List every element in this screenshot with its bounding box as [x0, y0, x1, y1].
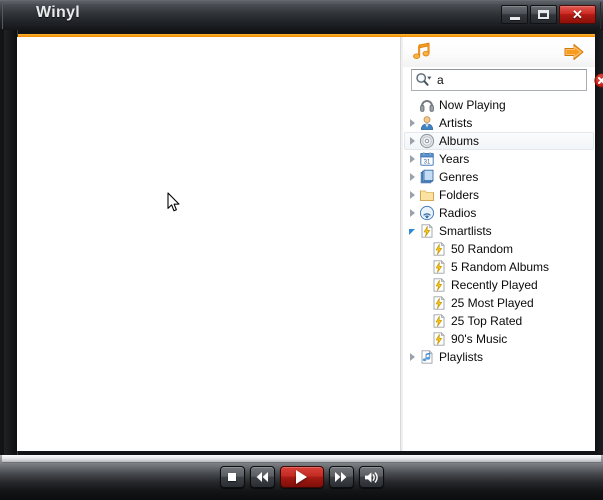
expand-triangle-icon[interactable] — [405, 186, 419, 204]
content-surface: Now Playing Artists — [17, 37, 603, 451]
artist-icon — [419, 115, 435, 131]
tree-item-label: 90's Music — [451, 332, 508, 346]
collapse-triangle-icon[interactable] — [405, 222, 419, 240]
arrow-right-icon[interactable] — [563, 41, 585, 63]
expand-triangle-icon[interactable] — [405, 204, 419, 222]
minimize-button[interactable] — [501, 5, 528, 24]
music-note-icon[interactable] — [411, 41, 433, 63]
tree-item-label: 5 Random Albums — [451, 260, 550, 274]
library-panel: Now Playing Artists — [403, 37, 603, 451]
tree-item-label: 50 Random — [451, 242, 514, 256]
tree-item-now-playing[interactable]: Now Playing — [404, 96, 594, 114]
smartlist-icon — [431, 313, 447, 329]
tree-item-label: Now Playing — [439, 98, 506, 112]
tree-item-label: Years — [439, 152, 470, 166]
library-tree: Now Playing Artists Albums 31 Years Genr… — [403, 96, 595, 366]
volume-button[interactable] — [358, 466, 384, 488]
expand-triangle-icon[interactable] — [405, 168, 419, 186]
minimize-icon — [509, 16, 520, 20]
tree-item-recently-played[interactable]: Recently Played — [404, 276, 594, 294]
tree-item-radios[interactable]: Radios — [404, 204, 594, 222]
tree-item-label: 25 Most Played — [451, 296, 534, 310]
search-magnifier-icon[interactable] — [415, 72, 433, 88]
smartlist-icon — [431, 259, 447, 275]
tree-item-label: Artists — [439, 116, 473, 130]
app-title: Winyl — [36, 4, 81, 21]
tree-item-albums[interactable]: Albums — [404, 132, 594, 150]
smartlist-icon — [431, 241, 447, 257]
album-cd-icon — [419, 133, 435, 149]
transport-controls — [0, 466, 603, 488]
smartlist-icon — [431, 331, 447, 347]
svg-text:31: 31 — [424, 160, 431, 166]
smartlist-icon — [419, 223, 435, 239]
search-input[interactable] — [433, 71, 594, 89]
calendar-icon: 31 — [419, 151, 435, 167]
stop-icon — [228, 473, 236, 481]
right-rail — [595, 30, 603, 455]
library-toolbar — [403, 37, 595, 67]
expand-triangle-icon[interactable] — [405, 114, 419, 132]
volume-icon — [364, 471, 378, 483]
tree-item-genres[interactable]: Genres — [404, 168, 594, 186]
maximize-button[interactable] — [530, 5, 557, 24]
left-rail — [4, 30, 18, 455]
play-button[interactable] — [279, 466, 324, 488]
search-wrapper — [411, 69, 603, 91]
maximize-icon — [538, 10, 549, 19]
next-icon — [335, 472, 347, 482]
tree-item-years[interactable]: 31 Years — [404, 150, 594, 168]
close-icon: ✕ — [572, 7, 583, 22]
window-frame: Now Playing Artists — [0, 30, 603, 455]
tree-item-label: Smartlists — [439, 224, 492, 238]
next-button[interactable] — [328, 466, 354, 488]
previous-icon — [256, 472, 268, 482]
twisty-placeholder — [405, 96, 419, 114]
tree-item-25-most-played[interactable]: 25 Most Played — [404, 294, 594, 312]
tree-item-label: Genres — [439, 170, 479, 184]
tree-item-25-top-rated[interactable]: 25 Top Rated — [404, 312, 594, 330]
title-bar[interactable]: Winyl ✕ — [0, 0, 603, 30]
expand-triangle-icon[interactable] — [405, 150, 419, 168]
clear-x-icon[interactable] — [594, 72, 603, 88]
play-icon — [296, 470, 307, 484]
tree-item-label: Albums — [439, 134, 480, 148]
search-box[interactable] — [411, 69, 603, 91]
tree-item-label: 25 Top Rated — [451, 314, 523, 328]
tree-item-label: Recently Played — [451, 278, 538, 292]
seek-track[interactable] — [2, 455, 601, 463]
stop-button[interactable] — [219, 466, 245, 488]
tree-item-50-random[interactable]: 50 Random — [404, 240, 594, 258]
radio-icon — [419, 205, 435, 221]
headphones-icon — [419, 97, 435, 113]
close-button[interactable]: ✕ — [559, 5, 596, 24]
playlist-pane[interactable] — [17, 37, 400, 451]
expand-triangle-icon[interactable] — [405, 348, 419, 366]
tree-item-5-random-albums[interactable]: 5 Random Albums — [404, 258, 594, 276]
playlist-icon — [419, 349, 435, 365]
tree-item-artists[interactable]: Artists — [404, 114, 594, 132]
tree-item-playlists[interactable]: Playlists — [404, 348, 594, 366]
tree-item-label: Playlists — [439, 350, 484, 364]
folder-icon — [419, 187, 435, 203]
expand-triangle-icon[interactable] — [405, 132, 419, 150]
tree-item-label: Radios — [439, 206, 477, 220]
tree-item-folders[interactable]: Folders — [404, 186, 594, 204]
player-bar — [0, 455, 603, 500]
tree-item-label: Folders — [439, 188, 480, 202]
smartlist-icon — [431, 295, 447, 311]
tree-item-smartlists[interactable]: Smartlists — [404, 222, 594, 240]
previous-button[interactable] — [249, 466, 275, 488]
genre-books-icon — [419, 169, 435, 185]
winyl-app-window: Winyl ✕ a Now Playing Artists Albums 31 … — [0, 0, 603, 500]
smartlist-icon — [431, 277, 447, 293]
tree-item-90s-music[interactable]: 90's Music — [404, 330, 594, 348]
window-controls: ✕ — [501, 5, 596, 24]
